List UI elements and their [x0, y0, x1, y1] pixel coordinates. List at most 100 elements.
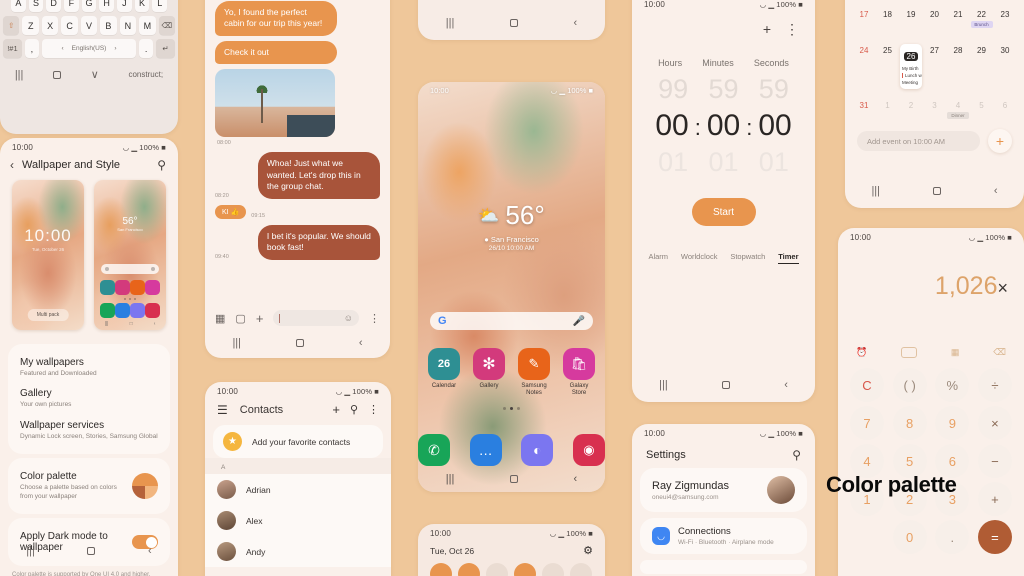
lang-next-icon[interactable]: ›	[114, 45, 116, 52]
timer-minutes[interactable]: 00	[707, 109, 740, 143]
add-contact-button[interactable]: +	[332, 402, 340, 417]
gallery-icon[interactable]: ▦	[215, 312, 225, 325]
settings-row-next[interactable]	[640, 560, 807, 574]
toggle-bluetooth[interactable]	[486, 563, 508, 576]
hamburger-icon[interactable]: ☰	[217, 403, 228, 417]
calendar-day-selected[interactable]: 26 My Birth Lunch w Meeting	[900, 44, 922, 89]
calendar-day[interactable]: 28	[947, 44, 969, 89]
add-event-fab[interactable]: +	[988, 129, 1012, 153]
calendar-day[interactable]: 20	[924, 8, 946, 28]
key-m[interactable]: M	[139, 16, 156, 35]
recents-icon[interactable]: |||	[446, 473, 455, 485]
app-messages[interactable]: …	[469, 434, 502, 466]
calendar-day[interactable]: 30	[994, 44, 1016, 89]
key-equals[interactable]: =	[977, 520, 1012, 554]
start-button[interactable]: Start	[691, 198, 756, 226]
calendar-event[interactable]: Dinner	[947, 112, 969, 119]
timer-seconds[interactable]: 00	[758, 109, 791, 143]
home-icon[interactable]	[721, 381, 730, 389]
key-8[interactable]: 8	[892, 406, 927, 440]
home-screen-preview[interactable]: 56° San Francisco ||| □ ‹	[94, 180, 166, 330]
calendar-day[interactable]: 22 Brunch	[970, 8, 993, 28]
voice-icon[interactable]: ⋮	[369, 312, 380, 325]
app-samsung-notes[interactable]: ✎ Samsung Notes	[518, 348, 550, 397]
toggle-powersave[interactable]	[570, 563, 592, 576]
key-9[interactable]: 9	[935, 406, 970, 440]
key-decimal[interactable]: .	[935, 520, 970, 554]
shift-icon[interactable]: ⇧	[3, 16, 20, 35]
converter-icon[interactable]: ▦	[951, 347, 960, 358]
app-calendar[interactable]: 26 Calendar	[428, 348, 460, 397]
home-icon[interactable]	[53, 71, 62, 79]
tab-timer[interactable]: Timer	[778, 252, 799, 264]
key-x[interactable]: X	[41, 16, 59, 35]
keyboard-switch-icon[interactable]: construct;	[128, 71, 163, 79]
key-parentheses[interactable]: ( )	[892, 368, 927, 402]
home-icon[interactable]	[509, 475, 518, 483]
multi-pack-chip[interactable]: Multi pack	[27, 309, 69, 321]
camera-icon[interactable]: ▢	[235, 312, 245, 325]
list-item[interactable]: Andy	[205, 536, 391, 567]
calendar-day[interactable]: 2	[900, 99, 922, 119]
calendar-day[interactable]: 18	[877, 8, 899, 28]
list-item-color-palette[interactable]: Color palette Choose a palette based on …	[20, 466, 158, 506]
back-icon[interactable]: ‹	[994, 185, 998, 197]
key-f[interactable]: F	[64, 0, 79, 12]
key-minus[interactable]: −	[977, 444, 1012, 478]
key-multiply[interactable]: ×	[977, 406, 1012, 440]
tab-worldclock[interactable]: Worldclock	[681, 252, 718, 264]
message-input[interactable]: ☺	[273, 310, 359, 326]
calendar-day[interactable]: 27	[924, 44, 946, 89]
calendar-day[interactable]: 29	[971, 44, 993, 89]
more-icon[interactable]: ⋮	[785, 21, 799, 38]
app-internet[interactable]: ◐	[521, 434, 554, 466]
add-favorites-row[interactable]: ★ Add your favorite contacts	[213, 425, 383, 458]
recents-icon[interactable]: |||	[232, 337, 241, 349]
key-divide[interactable]: ÷	[977, 368, 1012, 402]
add-timer-button[interactable]: +	[763, 21, 771, 38]
key-plus[interactable]: +	[977, 482, 1012, 516]
calendar-event[interactable]: Brunch	[970, 21, 993, 28]
toggle-rotate[interactable]	[514, 563, 536, 576]
mic-icon[interactable]: 🎤	[573, 316, 585, 327]
enter-icon[interactable]: ↵	[156, 39, 175, 58]
key-a[interactable]: A	[10, 0, 26, 12]
key-v[interactable]: V	[80, 16, 98, 35]
key-clear[interactable]: C	[850, 368, 884, 402]
calendar-day[interactable]: 25	[877, 44, 899, 89]
calendar-day[interactable]: 6	[994, 99, 1016, 119]
key-l[interactable]: L	[152, 0, 168, 12]
google-search-bar[interactable]: G 🎤	[430, 312, 593, 330]
key-k[interactable]: K	[134, 0, 150, 12]
list-item[interactable]: Alex	[205, 505, 391, 536]
reaction-tag[interactable]: KI 👍	[215, 204, 247, 219]
calendar-day[interactable]: 5	[971, 99, 993, 119]
calendar-day[interactable]: 4 Dinner	[947, 99, 969, 119]
toggle-wifi[interactable]	[430, 563, 452, 576]
period-key[interactable]: .	[139, 39, 154, 58]
key-c[interactable]: C	[61, 16, 78, 35]
add-event-input[interactable]: Add event on 10:00 AM	[857, 131, 980, 151]
emoji-icon[interactable]: ☺	[344, 313, 353, 323]
recents-icon[interactable]: |||	[446, 17, 455, 29]
calendar-event[interactable]: My Birth	[902, 66, 920, 71]
message-photo[interactable]	[215, 69, 335, 138]
message-bubble[interactable]: Whoa! Just what we wanted. Let's drop th…	[257, 152, 380, 199]
home-icon[interactable]	[295, 339, 304, 347]
timer-ghost-below[interactable]: 01 01 01	[632, 143, 815, 178]
key-j[interactable]: J	[117, 0, 132, 12]
home-icon[interactable]	[87, 547, 96, 555]
key-h[interactable]: H	[99, 0, 115, 12]
calendar-day[interactable]: 24	[853, 44, 875, 89]
back-icon[interactable]: ‹	[574, 473, 578, 485]
lock-screen-preview[interactable]: 10:00 Tue, October 26 Multi pack	[12, 180, 84, 330]
gear-icon[interactable]: ⚙	[583, 544, 593, 557]
key-s[interactable]: S	[28, 0, 44, 12]
list-item-my-wallpapers[interactable]: My wallpapers Featured and Downloaded	[20, 352, 158, 383]
home-icon[interactable]	[509, 19, 518, 27]
key-percent[interactable]: %	[935, 368, 970, 402]
app-gallery[interactable]: ✻ Gallery	[473, 348, 505, 397]
message-bubble[interactable]: I bet it's popular. We should book fast!	[257, 224, 380, 260]
calendar-day[interactable]: 21	[947, 8, 969, 28]
calendar-day[interactable]: 17	[853, 8, 875, 28]
